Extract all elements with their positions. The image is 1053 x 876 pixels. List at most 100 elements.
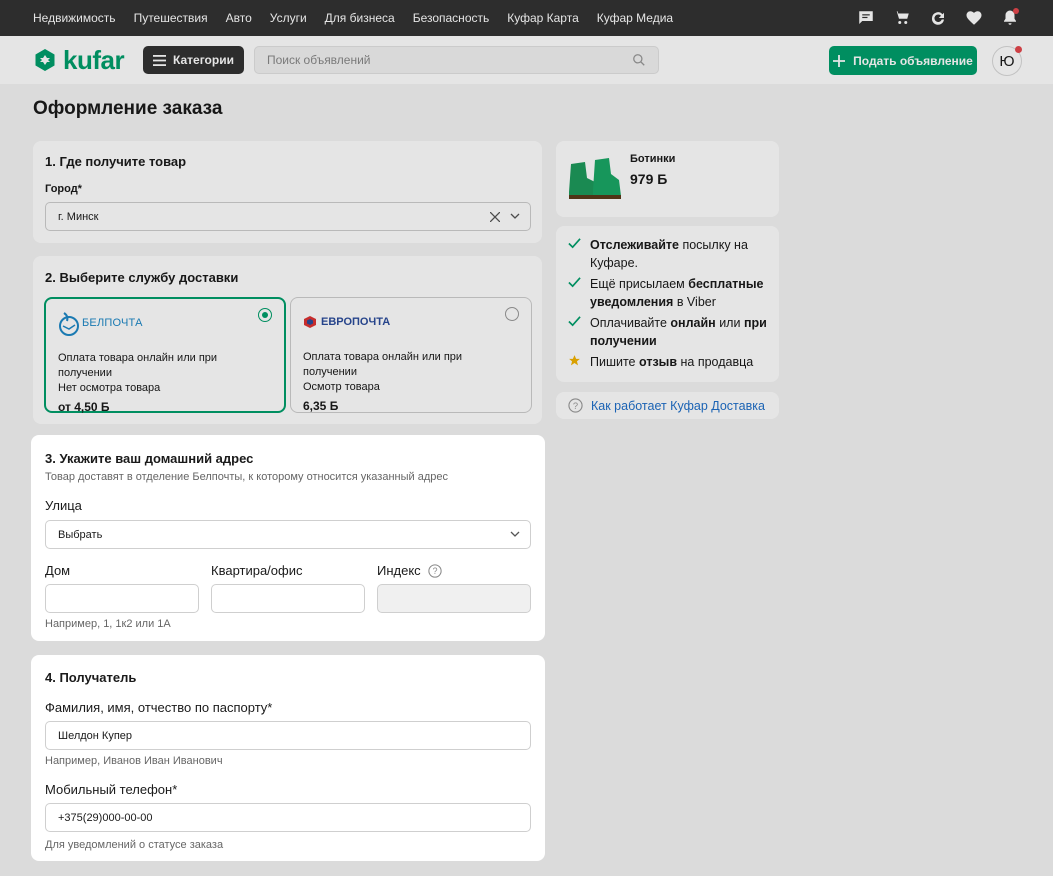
- top-nav-link[interactable]: Авто: [226, 11, 252, 25]
- top-nav-link[interactable]: Куфар Карта: [507, 11, 579, 25]
- radio-evropochta[interactable]: [505, 307, 519, 321]
- benefit-text-part: на продавца: [677, 355, 754, 369]
- top-nav-link[interactable]: Путешествия: [134, 11, 208, 25]
- evropochta-logo-icon: [304, 316, 316, 328]
- evropochta-logo-text: ЕВРОПОЧТА: [321, 316, 391, 328]
- evropochta-payment: Оплата товара онлайн или при получении: [303, 351, 463, 378]
- deals-icon[interactable]: [928, 8, 948, 28]
- product-price: 979 Б: [630, 171, 668, 187]
- benefit-text: Ещё присылаем бесплатные уведомления в V…: [590, 275, 769, 311]
- benefit-text-part: или: [715, 316, 744, 330]
- benefit-item: Пишите отзыв на продавца: [568, 353, 769, 372]
- benefit-text-part: Отслеживайте: [590, 238, 679, 252]
- cart-icon[interactable]: [892, 8, 912, 28]
- name-input[interactable]: Шелдон Купер: [45, 721, 531, 750]
- top-nav-link[interactable]: Для бизнеса: [325, 11, 395, 25]
- street-select[interactable]: Выбрать: [45, 520, 531, 549]
- phone-value: +375(29)000-00-00: [58, 811, 153, 824]
- categories-button[interactable]: Категории: [143, 46, 244, 74]
- benefit-text: Отслеживайте посылку на Куфаре.: [590, 236, 769, 272]
- section-city-title: 1. Где получите товар: [45, 154, 187, 169]
- post-ad-label: Подать объявление: [853, 53, 973, 68]
- delivery-option-belpochta[interactable]: БЕЛПОЧТА Оплата товара онлайн или при по…: [44, 297, 286, 414]
- notification-dot: [1013, 8, 1019, 14]
- benefit-text-part: отзыв: [639, 355, 678, 369]
- city-select[interactable]: г. Минск: [45, 202, 531, 231]
- belpochta-logo-text: БЕЛПОЧТА: [82, 317, 143, 329]
- evropochta-price: 6,35 Б: [303, 399, 339, 413]
- belpochta-logo: БЕЛПОЧТА: [58, 309, 272, 337]
- benefit-text-part: онлайн: [670, 316, 716, 330]
- search-input[interactable]: Поиск объявлений: [253, 46, 659, 74]
- product-name: Ботинки: [630, 153, 676, 165]
- index-label: Индекс ?: [377, 563, 442, 578]
- avatar[interactable]: Ю: [992, 46, 1022, 76]
- check-icon: [568, 275, 582, 311]
- top-nav-icons: [856, 8, 1020, 28]
- star-icon: [568, 353, 582, 372]
- check-icon: [568, 314, 582, 350]
- heart-icon[interactable]: [964, 8, 984, 28]
- benefit-text-part: в Viber: [673, 295, 716, 309]
- radio-belpochta[interactable]: [258, 308, 272, 322]
- kufar-logo[interactable]: kufar: [33, 45, 143, 76]
- street-label: Улица: [45, 498, 82, 513]
- name-value: Шелдон Купер: [58, 729, 133, 742]
- city-label: Город*: [45, 183, 82, 195]
- benefit-item: Отслеживайте посылку на Куфаре.: [568, 236, 769, 272]
- menu-icon: [153, 54, 166, 66]
- evropochta-inspection: Осмотр товара: [303, 381, 380, 393]
- top-nav-links: Недвижимость Путешествия Авто Услуги Для биз…: [33, 11, 673, 25]
- evropochta-logo: ЕВРОПОЧТА: [303, 308, 519, 336]
- search-icon[interactable]: [632, 53, 646, 67]
- top-nav-link[interactable]: Услуги: [270, 11, 307, 25]
- city-value: г. Минск: [58, 210, 99, 223]
- section-recipient: 4. Получатель Фамилия, имя, отчество по …: [31, 655, 545, 861]
- apartment-label: Квартира/офис: [211, 563, 303, 578]
- chat-icon[interactable]: [856, 8, 876, 28]
- section-address: 3. Укажите ваш домашний адрес Товар дост…: [31, 435, 545, 641]
- bell-icon[interactable]: [1000, 8, 1020, 28]
- top-nav: Недвижимость Путешествия Авто Услуги Для биз…: [0, 0, 1053, 36]
- benefit-text: Оплачивайте онлайн или при получении: [590, 314, 769, 350]
- logo-text: kufar: [63, 44, 125, 75]
- section-address-subtitle: Товар доставят в отделение Белпочты, к к…: [45, 471, 448, 483]
- benefit-text-part: Оплачивайте: [590, 316, 671, 330]
- benefits-list: Отслеживайте посылку на Куфаре. Ещё присы…: [568, 236, 769, 372]
- phone-hint: Для уведомлений о статусе заказа: [45, 839, 224, 851]
- check-icon: [568, 236, 582, 272]
- clear-icon[interactable]: [490, 212, 500, 222]
- belpochta-payment: Оплата товара онлайн или при получении: [58, 352, 218, 379]
- top-nav-link[interactable]: Недвижимость: [33, 11, 116, 25]
- chevron-down-icon[interactable]: [510, 529, 520, 539]
- page-title: Оформление заказа: [33, 98, 223, 119]
- benefit-item: Ещё присылаем бесплатные уведомления в V…: [568, 275, 769, 311]
- phone-label: Мобильный телефон*: [45, 782, 178, 797]
- house-input[interactable]: [45, 584, 199, 613]
- name-hint: Например, Иванов Иван Иванович: [45, 755, 223, 767]
- top-nav-link[interactable]: Безопасность: [413, 11, 490, 25]
- street-value: Выбрать: [58, 528, 103, 541]
- svg-text:?: ?: [573, 401, 578, 411]
- benefit-text-part: Ещё присылаем: [590, 277, 689, 291]
- product-image[interactable]: [565, 152, 623, 202]
- evropochta-desc: Оплата товара онлайн или при получении О…: [303, 350, 519, 395]
- house-hint: Например, 1, 1к2 или 1А: [45, 618, 171, 630]
- help-link[interactable]: ? Как работает Куфар Доставка: [556, 392, 779, 419]
- question-icon[interactable]: ?: [428, 563, 442, 578]
- delivery-option-evropochta[interactable]: ЕВРОПОЧТА Оплата товара онлайн или при п…: [290, 297, 532, 413]
- help-link-text: Как работает Куфар Доставка: [591, 398, 765, 413]
- plus-icon: [833, 54, 846, 67]
- search-placeholder: Поиск объявлений: [266, 53, 371, 67]
- chevron-down-icon[interactable]: [510, 211, 520, 221]
- top-nav-link[interactable]: Куфар Медиа: [597, 11, 673, 25]
- section-delivery-title: 2. Выберите службу доставки: [45, 270, 239, 285]
- post-ad-button[interactable]: Подать объявление: [829, 46, 977, 75]
- house-label: Дом: [45, 563, 71, 578]
- index-input: [377, 584, 531, 613]
- kufar-logo-icon: [35, 49, 55, 71]
- phone-input[interactable]: +375(29)000-00-00: [45, 803, 531, 832]
- benefit-text: Пишите отзыв на продавца: [590, 353, 753, 372]
- apartment-input[interactable]: [211, 584, 365, 613]
- belpochta-desc: Оплата товара онлайн или при получении Н…: [58, 351, 272, 396]
